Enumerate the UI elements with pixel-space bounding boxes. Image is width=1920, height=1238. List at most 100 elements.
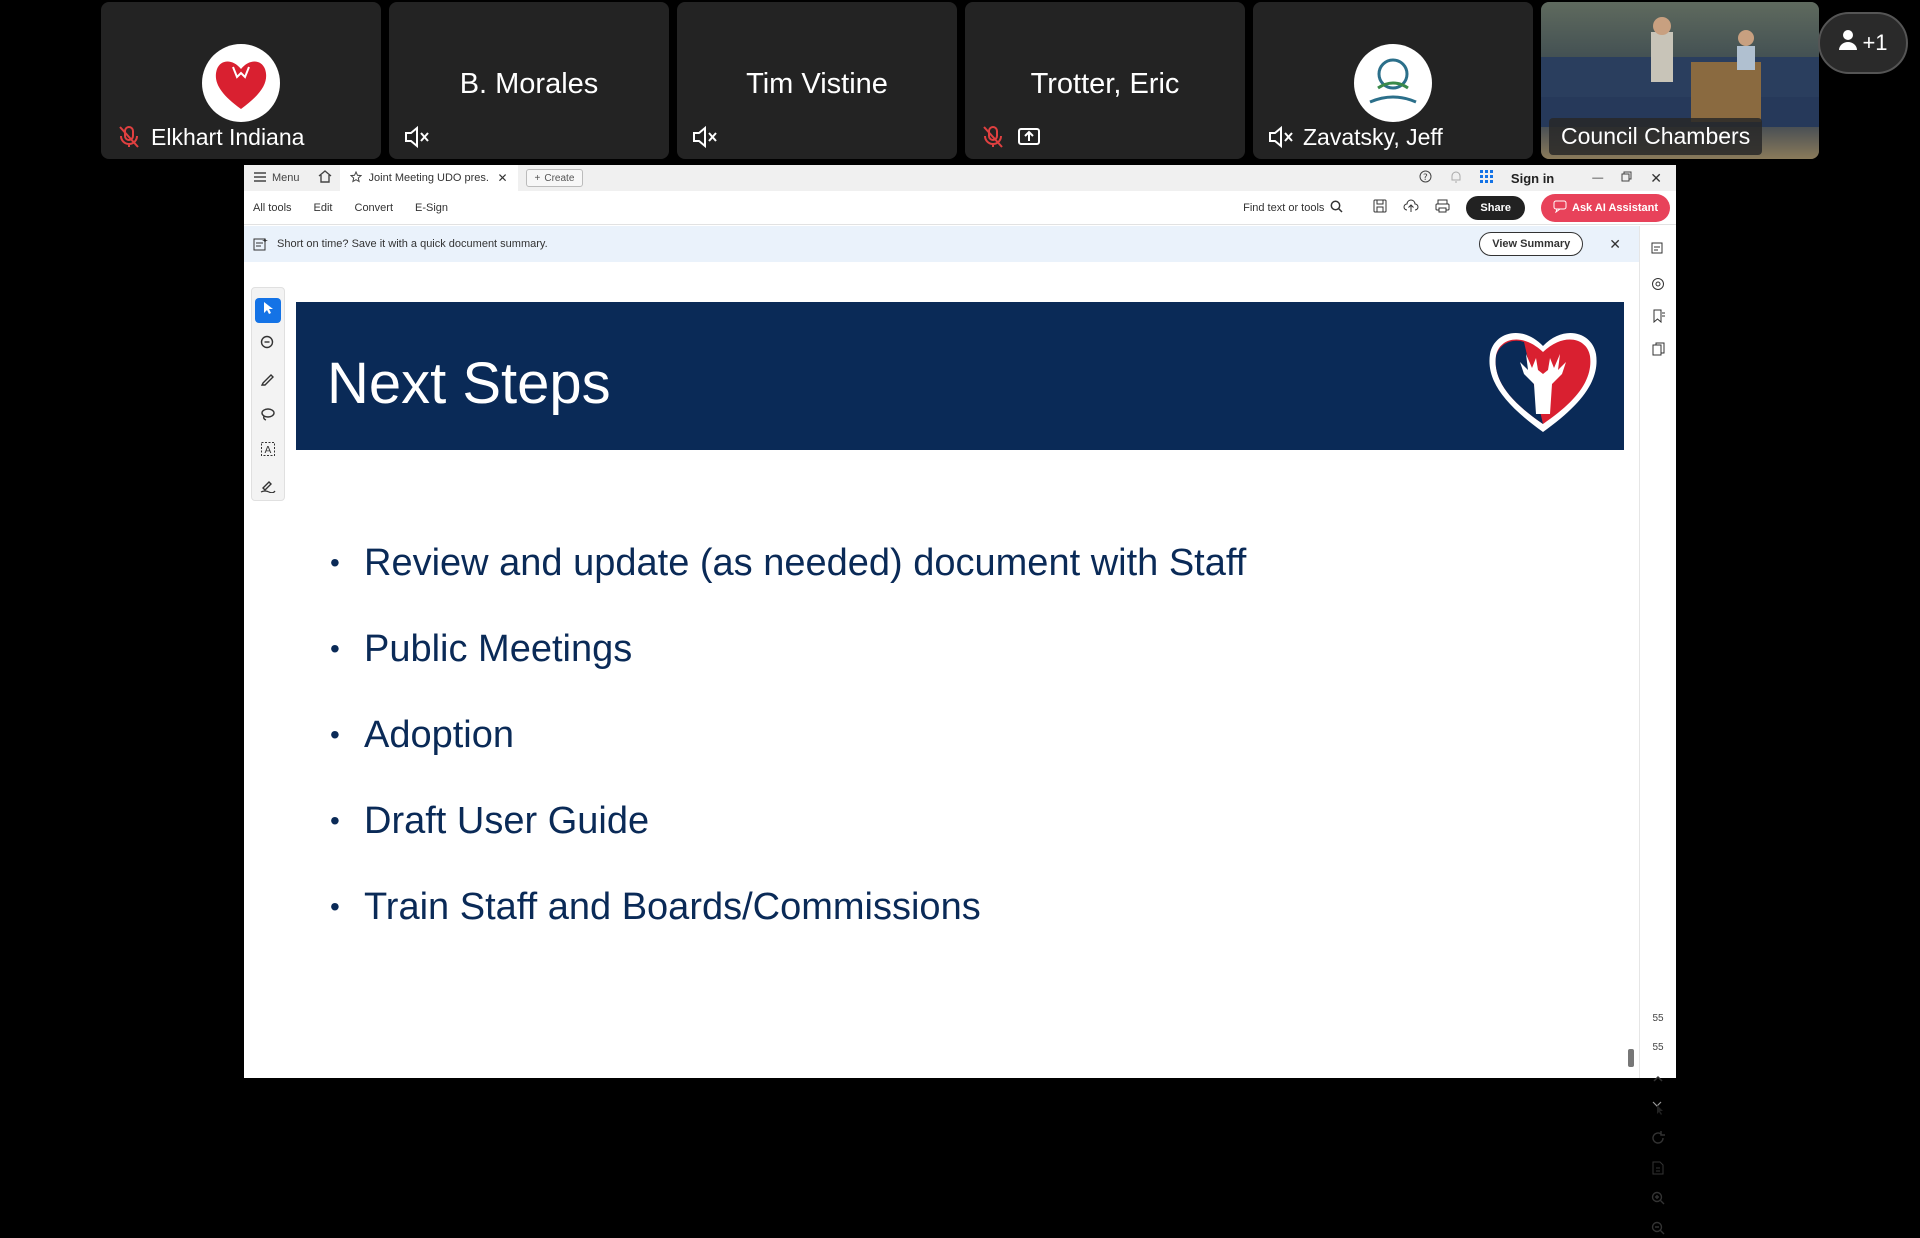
speaker-muted-icon	[1267, 123, 1295, 151]
menu-e-sign[interactable]: E-Sign	[415, 202, 448, 214]
bullet-text: Train Staff and Boards/Commissions	[364, 885, 981, 928]
sign-in-button[interactable]: Sign in	[1511, 171, 1554, 186]
share-button[interactable]: Share	[1466, 195, 1525, 220]
bullet-text: Adoption	[364, 713, 515, 756]
participant-name: Elkhart Indiana	[151, 123, 305, 150]
environmental-center-avatar	[1354, 44, 1432, 122]
menu-label: Menu	[272, 172, 300, 184]
draw-tool[interactable]	[255, 404, 281, 429]
find-tools[interactable]: Find text or tools	[1243, 200, 1343, 216]
share-screen-icon	[1015, 123, 1043, 151]
document-properties-icon[interactable]	[1648, 1158, 1668, 1178]
highlight-tool[interactable]	[255, 369, 281, 394]
participant-tile-elkhart[interactable]: Elkhart Indiana	[101, 2, 381, 159]
ai-chat-icon	[1553, 200, 1567, 216]
bullet-list: • Review and update (as needed) document …	[330, 520, 1246, 950]
pdf-viewer-window: Menu Joint Meeting UDO pres... ✕ + Creat…	[244, 165, 1676, 1235]
participant-name: Council Chambers	[1549, 118, 1763, 155]
chevron-up-icon[interactable]	[1648, 1068, 1668, 1088]
scrollbar-thumb[interactable]	[1628, 1049, 1634, 1067]
comment-tool[interactable]	[255, 333, 281, 358]
more-participants-button[interactable]: +1	[1818, 12, 1908, 74]
help-icon[interactable]: ?	[1419, 170, 1432, 186]
restore-icon[interactable]	[1621, 171, 1632, 185]
menu-button[interactable]: Menu	[244, 171, 310, 185]
participant-tile-morales[interactable]: B. Morales	[389, 2, 669, 159]
toolbar-actions: Find text or tools Share Ask AI Assistan…	[1243, 193, 1676, 222]
participant-tile-council-chambers[interactable]: Council Chambers	[1541, 2, 1819, 159]
select-tool[interactable]	[255, 298, 281, 324]
close-window-icon[interactable]: ✕	[1650, 170, 1662, 187]
menu-convert[interactable]: Convert	[355, 202, 394, 214]
participant-tile-trotter[interactable]: Trotter, Eric	[965, 2, 1245, 159]
apps-grid-icon[interactable]	[1479, 170, 1493, 186]
participant-label: Zavatsky, Jeff	[1267, 123, 1443, 151]
print-icon[interactable]	[1435, 199, 1450, 216]
list-item: • Train Staff and Boards/Commissions	[330, 885, 981, 928]
search-icon	[1330, 200, 1343, 216]
mic-muted-icon	[115, 123, 143, 151]
cloud-upload-icon[interactable]	[1403, 199, 1419, 216]
ask-ai-assistant-button[interactable]: Ask AI Assistant	[1541, 193, 1670, 222]
minimize-icon[interactable]: —	[1592, 172, 1603, 184]
bullet-text: Draft User Guide	[364, 799, 650, 842]
person-icon	[1838, 29, 1858, 57]
bullet-text: Public Meetings	[364, 627, 633, 670]
ai-summary-icon[interactable]	[1648, 238, 1668, 258]
comments-panel-icon[interactable]	[1648, 274, 1668, 294]
sign-tool[interactable]	[255, 475, 281, 500]
zoom-out-icon[interactable]	[1648, 1218, 1668, 1238]
participant-tile-vistine[interactable]: Tim Vistine	[677, 2, 957, 159]
menu-edit[interactable]: Edit	[314, 202, 333, 214]
speaker-muted-icon	[691, 123, 719, 151]
right-rail: 55 55	[1639, 226, 1676, 1235]
window-controls: ? Sign in — ✕	[1419, 170, 1676, 187]
participant-label	[691, 123, 719, 151]
create-label: Create	[544, 172, 575, 184]
cursor-arrow-icon	[261, 300, 275, 321]
current-page-number[interactable]: 55	[1648, 1008, 1668, 1028]
create-button[interactable]: + Create	[525, 169, 584, 187]
list-item: • Public Meetings	[330, 627, 633, 670]
document-tab[interactable]: Joint Meeting UDO pres... ✕	[339, 165, 518, 191]
participant-label	[403, 123, 431, 151]
close-tab-icon[interactable]: ✕	[497, 171, 507, 185]
toolbar-menus: All tools Edit Convert E-Sign	[244, 202, 448, 214]
svg-text:A: A	[265, 445, 272, 456]
text-box-tool[interactable]: A	[255, 439, 281, 464]
hamburger-icon	[254, 171, 266, 185]
slide-header: Next Steps	[296, 302, 1624, 450]
participant-tile-zavatsky[interactable]: Zavatsky, Jeff	[1253, 2, 1533, 159]
participant-name: Zavatsky, Jeff	[1303, 123, 1443, 150]
plus-icon: +	[534, 172, 541, 184]
star-icon[interactable]	[349, 170, 362, 186]
tab-bar: Menu Joint Meeting UDO pres... ✕ + Creat…	[244, 165, 1676, 191]
more-count: +1	[1862, 30, 1888, 55]
close-banner-icon[interactable]: ✕	[1609, 236, 1621, 253]
chevron-down-icon[interactable]	[1648, 1098, 1668, 1118]
slide-title: Next Steps	[327, 351, 611, 416]
zoom-in-icon[interactable]	[1648, 1188, 1668, 1208]
home-button[interactable]	[310, 170, 340, 186]
svg-text:?: ?	[1423, 173, 1428, 183]
list-item: • Adoption	[330, 713, 515, 756]
text-box-icon: A	[260, 441, 276, 462]
participant-name: Tim Vistine	[746, 68, 888, 100]
ai-label: Ask AI Assistant	[1572, 201, 1658, 214]
menu-all-tools[interactable]: All tools	[253, 202, 292, 214]
participant-label	[979, 123, 1043, 151]
rotate-icon[interactable]	[1648, 1128, 1668, 1148]
bookmark-icon[interactable]	[1648, 306, 1668, 326]
view-summary-button[interactable]: View Summary	[1479, 232, 1584, 256]
participant-label: Elkhart Indiana	[115, 123, 304, 151]
elkhart-heart-logo	[1484, 324, 1602, 436]
list-item: • Draft User Guide	[330, 799, 650, 842]
summary-icon	[253, 237, 268, 251]
total-page-number: 55	[1652, 1041, 1664, 1053]
quick-tools-rail: A	[251, 287, 285, 501]
lasso-icon	[260, 406, 276, 427]
city-logo-avatar	[202, 44, 280, 122]
save-icon[interactable]	[1373, 199, 1387, 216]
pages-icon[interactable]	[1648, 339, 1668, 359]
bell-icon[interactable]	[1450, 170, 1462, 186]
